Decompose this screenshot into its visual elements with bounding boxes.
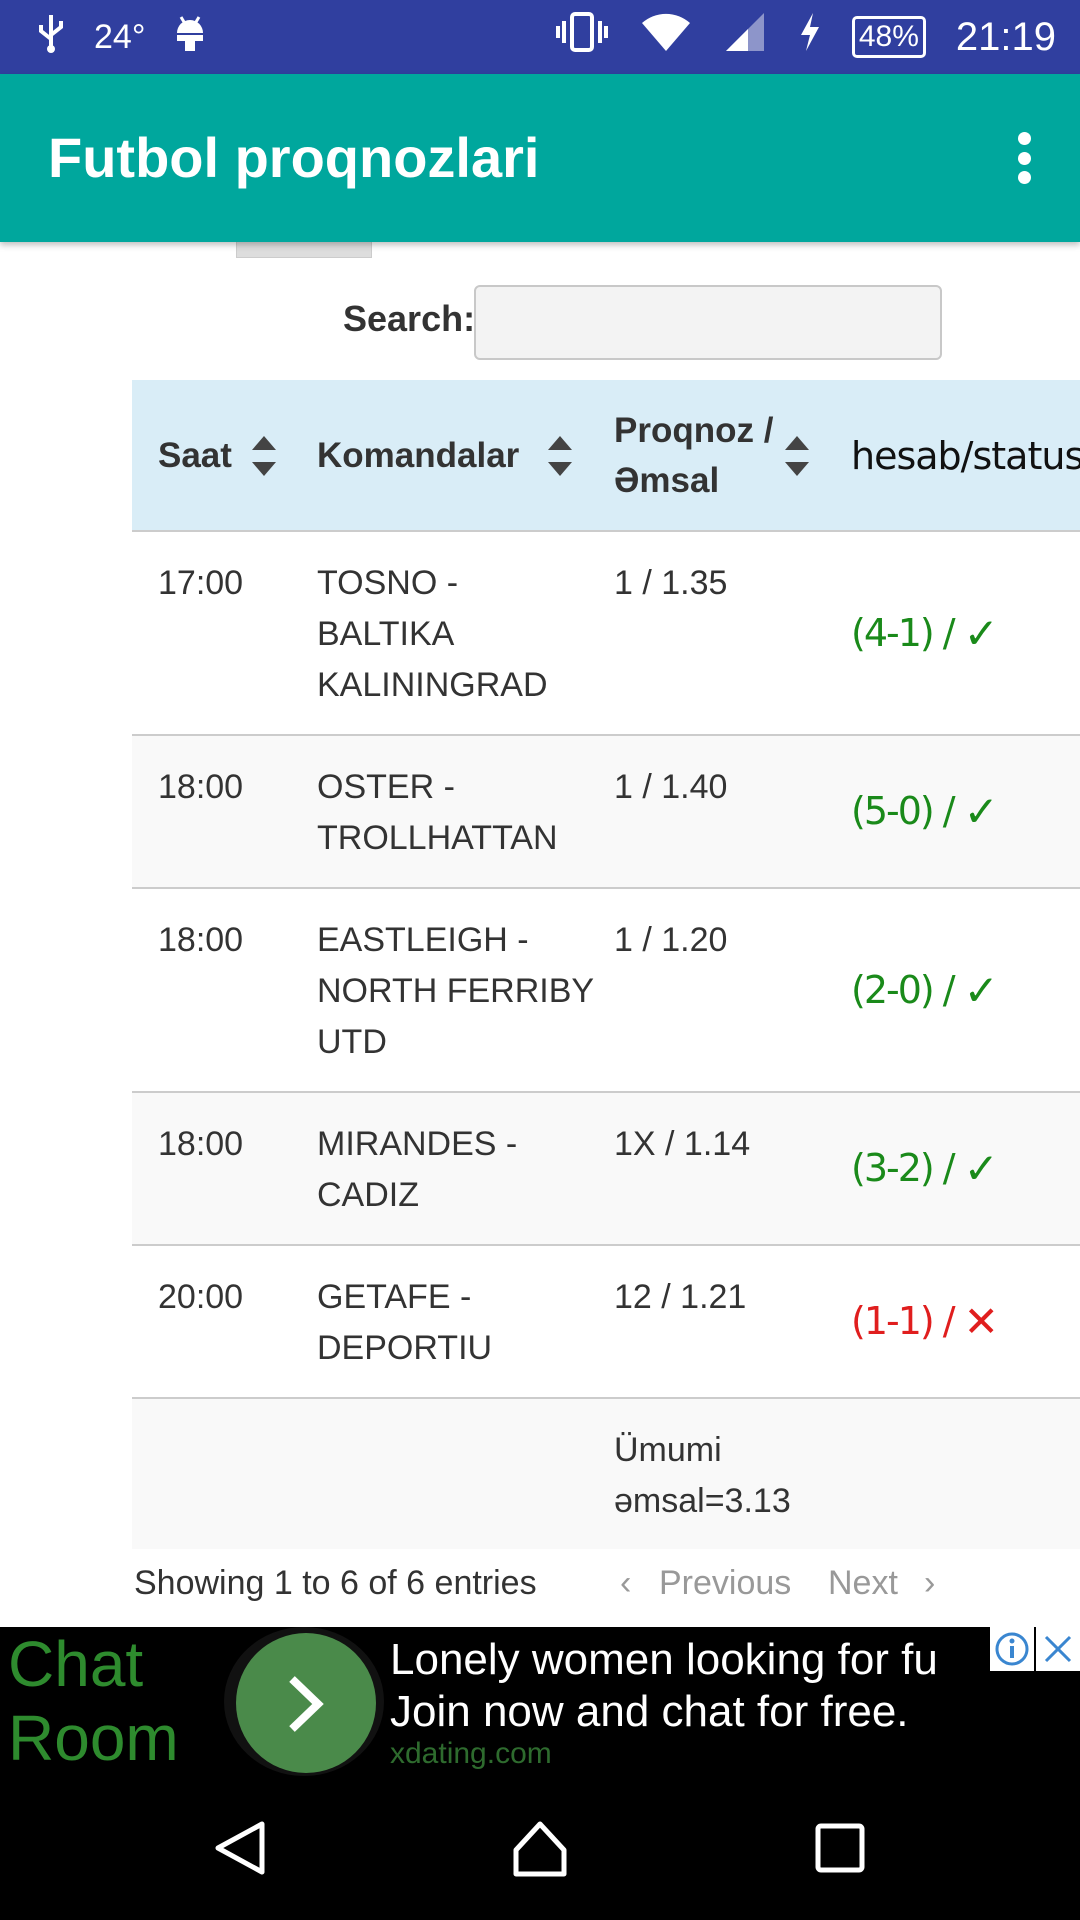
usb-icon — [36, 13, 66, 62]
total-odds: Ümumi əmsal=3.13 — [614, 1431, 791, 1520]
column-header-komandalar[interactable]: Komandalar — [317, 380, 577, 532]
ad-arrow-button[interactable] — [236, 1633, 376, 1773]
back-icon[interactable] — [210, 1818, 270, 1878]
match-result: (5-0) / ✓ — [851, 736, 999, 887]
next-button[interactable]: Next — [828, 1564, 898, 1603]
match-result: (4-1) / ✓ — [851, 532, 999, 734]
match-teams: EASTLEIGH - NORTH FERRIBY UTD — [317, 921, 594, 1061]
match-teams: OSTER - TROLLHATTAN — [317, 768, 558, 857]
predictions-table: Saat Komandalar Proqnoz / Əmsal hesab/st… — [132, 380, 1080, 1549]
match-time: 20:00 — [158, 1278, 244, 1316]
ad-close-icon[interactable] — [1036, 1627, 1080, 1671]
ad-headline: Lonely women looking for fu — [390, 1635, 938, 1684]
match-teams: TOSNO - BALTIKA KALININGRAD — [317, 564, 548, 704]
app-screen: 24° 48% 21:19 Futbol proqnozlari Search:… — [0, 0, 1080, 1920]
table-row: 18:00 MIRANDES - CADIZ 1X / 1.14 (3-2) /… — [132, 1093, 1080, 1246]
table-row: 18:00 OSTER - TROLLHATTAN 1 / 1.40 (5-0)… — [132, 736, 1080, 889]
search-input[interactable] — [474, 285, 942, 360]
match-time: 18:00 — [158, 921, 244, 959]
match-prediction: 1 / 1.20 — [614, 921, 728, 959]
ad-brand: Chat Room » — [8, 1628, 179, 1774]
temperature: 24° — [94, 17, 146, 56]
match-time: 18:00 — [158, 768, 244, 806]
navigation-bar — [0, 1776, 1080, 1920]
home-icon[interactable] — [510, 1818, 570, 1878]
ad-banner[interactable]: Chat Room » Lonely women looking for fu … — [0, 1627, 1080, 1776]
match-result: (1-1) / ✕ — [851, 1246, 999, 1397]
android-icon — [173, 13, 207, 62]
match-teams: GETAFE - DEPORTIU — [317, 1278, 493, 1367]
column-header-proqnoz[interactable]: Proqnoz / Əmsal — [614, 380, 774, 532]
ad-info-icon[interactable] — [990, 1627, 1034, 1671]
page-title: Futbol proqnozlari — [48, 126, 540, 189]
sort-icon[interactable] — [252, 436, 276, 476]
cross-icon: ✕ — [963, 1297, 999, 1346]
match-result: (3-2) / ✓ — [851, 1093, 999, 1244]
check-icon: ✓ — [963, 1144, 999, 1193]
match-score: (5-0) / — [851, 789, 956, 833]
entries-info: Showing 1 to 6 of 6 entries — [134, 1564, 537, 1602]
check-icon: ✓ — [963, 608, 999, 658]
chevron-right-icon — [289, 1676, 324, 1732]
wifi-icon — [640, 11, 692, 63]
recents-icon[interactable] — [810, 1818, 870, 1878]
match-score: (1-1) / — [851, 1299, 956, 1343]
charging-icon — [798, 11, 822, 63]
match-prediction: 1X / 1.14 — [614, 1125, 751, 1163]
match-score: (4-1) / — [851, 610, 956, 655]
match-teams: MIRANDES - CADIZ — [317, 1125, 518, 1214]
chevron-right-icon[interactable]: › — [924, 1564, 935, 1603]
match-prediction: 12 / 1.21 — [614, 1278, 747, 1316]
match-score: (3-2) / — [851, 1146, 956, 1190]
check-icon: ✓ — [963, 965, 999, 1015]
previous-button[interactable]: Previous — [659, 1564, 791, 1603]
match-prediction: 1 / 1.40 — [614, 768, 728, 806]
total-row: Ümumi əmsal=3.13 — [132, 1399, 1080, 1549]
status-bar: 24° 48% 21:19 — [0, 0, 1080, 74]
more-vert-icon[interactable] — [994, 124, 1054, 192]
match-time: 18:00 — [158, 1125, 244, 1163]
match-result: (2-0) / ✓ — [851, 889, 999, 1091]
table-row: 20:00 GETAFE - DEPORTIU 12 / 1.21 (1-1) … — [132, 1246, 1080, 1399]
match-score: (2-0) / — [851, 967, 956, 1012]
table-row: 18:00 EASTLEIGH - NORTH FERRIBY UTD 1 / … — [132, 889, 1080, 1093]
check-icon: ✓ — [963, 787, 999, 836]
clock: 21:19 — [955, 14, 1056, 59]
signal-icon — [722, 11, 768, 63]
vibrate-icon — [554, 11, 610, 63]
match-time: 17:00 — [158, 564, 244, 602]
app-bar: Futbol proqnozlari — [0, 74, 1080, 242]
chevron-left-icon[interactable]: ‹ — [620, 1564, 631, 1603]
sort-icon[interactable] — [785, 436, 809, 476]
tab-remnant[interactable] — [236, 242, 372, 258]
match-prediction: 1 / 1.35 — [614, 564, 728, 602]
ad-domain: xdating.com — [390, 1737, 552, 1770]
table-row: 17:00 TOSNO - BALTIKA KALININGRAD 1 / 1.… — [132, 532, 1080, 736]
column-header-status[interactable]: hesab/status — [851, 380, 1080, 532]
battery-level: 48% — [851, 16, 926, 58]
search-label: Search: — [343, 298, 476, 339]
table-header: Saat Komandalar Proqnoz / Əmsal hesab/st… — [132, 380, 1080, 532]
sort-icon[interactable] — [548, 436, 572, 476]
ad-subline: Join now and chat for free. — [390, 1687, 909, 1736]
